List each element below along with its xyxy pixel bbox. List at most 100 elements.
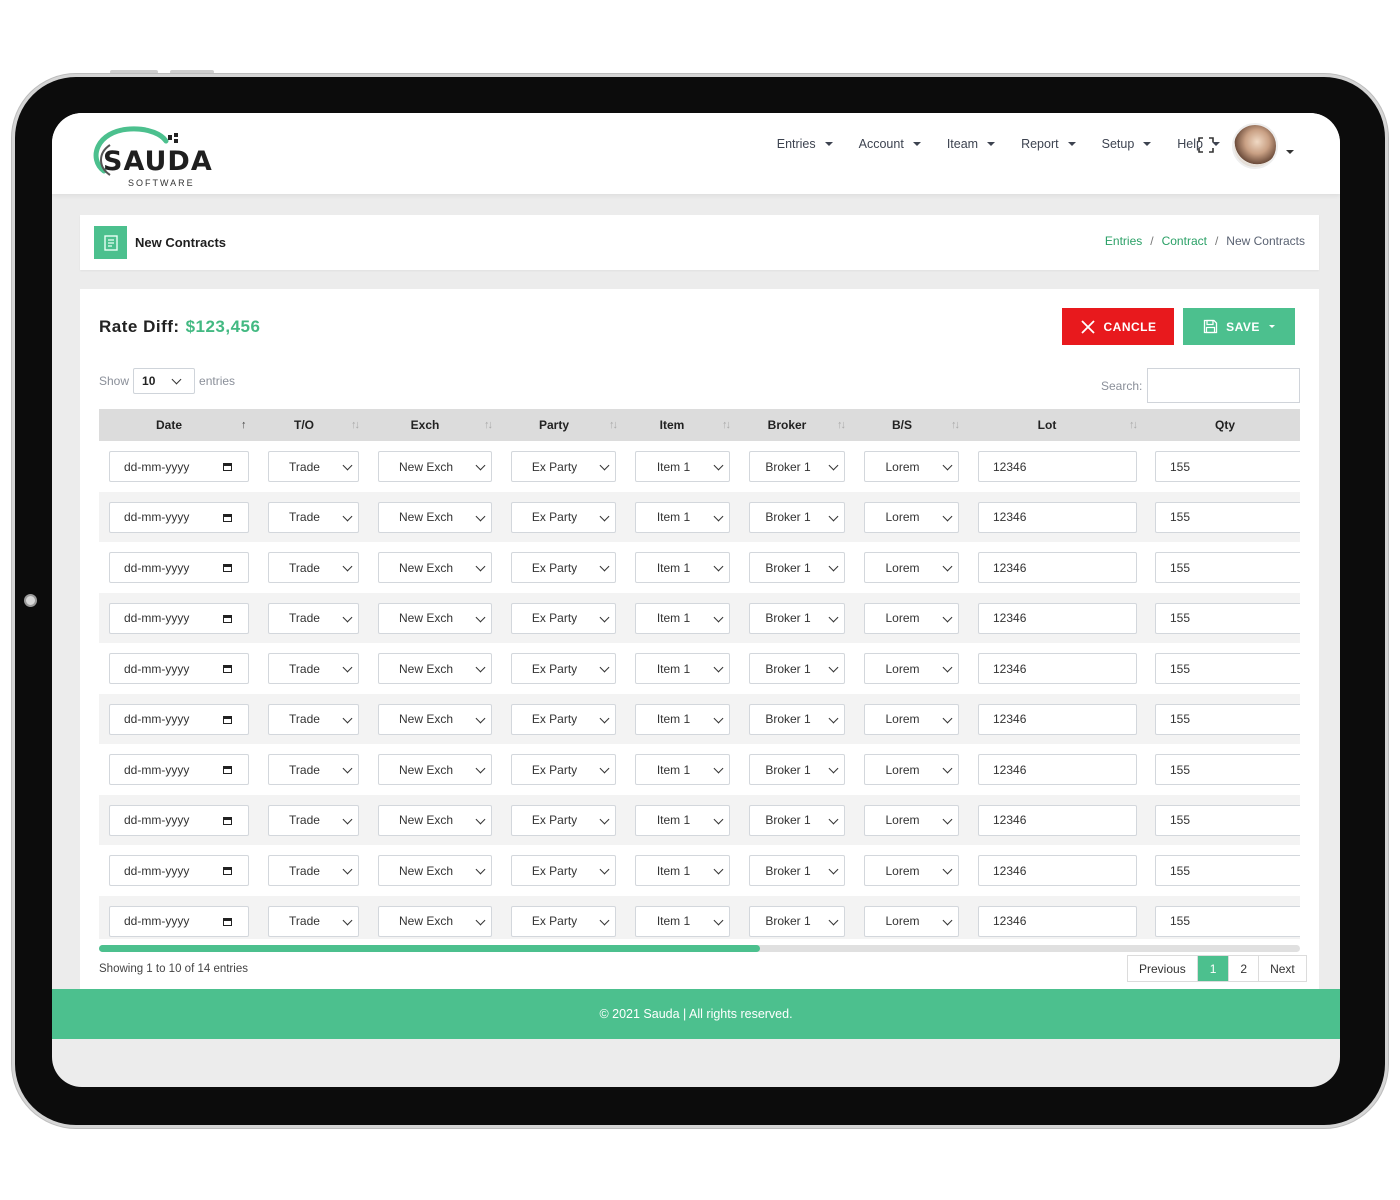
date-input[interactable]: dd-mm-yyyy (109, 754, 249, 785)
exch-select[interactable]: New Exch (378, 451, 492, 482)
to-select[interactable]: Trade (268, 501, 359, 533)
previous-page-button[interactable]: Previous (1128, 956, 1198, 981)
to-select[interactable]: Trade (268, 804, 359, 836)
lot-input[interactable]: 12346 (978, 905, 1137, 937)
item-select[interactable]: Item 1 (635, 905, 730, 937)
party-select[interactable]: Ex Party (511, 754, 616, 785)
date-input[interactable]: dd-mm-yyyy (109, 905, 249, 937)
page-2-button[interactable]: 2 (1229, 956, 1260, 981)
calendar-icon[interactable] (223, 715, 232, 724)
qty-input[interactable]: 155 (1155, 451, 1300, 482)
broker-select[interactable]: Broker 1 (749, 754, 845, 785)
sort-icon[interactable]: ↑↓ (722, 419, 731, 431)
qty-input[interactable]: 155 (1155, 653, 1300, 684)
qty-input[interactable]: 155 (1155, 552, 1300, 583)
lot-input[interactable]: 12346 (978, 804, 1137, 836)
breadcrumb-contract[interactable]: Contract (1162, 234, 1207, 248)
exch-select[interactable]: New Exch (378, 804, 492, 836)
nav-item-account[interactable]: Account (859, 137, 921, 151)
column-header-broker[interactable]: Broker (737, 409, 837, 441)
sort-icon[interactable]: ↑↓ (951, 419, 960, 431)
sort-icon[interactable]: ↑↓ (609, 419, 618, 431)
date-input[interactable]: dd-mm-yyyy (109, 451, 249, 482)
item-select[interactable]: Item 1 (635, 451, 730, 482)
item-select[interactable]: Item 1 (635, 501, 730, 533)
item-select[interactable]: Item 1 (635, 552, 730, 583)
nav-item-report[interactable]: Report (1021, 137, 1076, 151)
save-button[interactable]: SAVE (1183, 308, 1295, 345)
to-select[interactable]: Trade (268, 855, 359, 886)
to-select[interactable]: Trade (268, 602, 359, 634)
lot-input[interactable]: 12346 (978, 703, 1137, 735)
qty-input[interactable]: 155 (1155, 905, 1300, 937)
item-select[interactable]: Item 1 (635, 754, 730, 785)
lot-input[interactable]: 12346 (978, 653, 1137, 684)
cancel-button[interactable]: CANCLE (1062, 308, 1174, 345)
broker-select[interactable]: Broker 1 (749, 602, 845, 634)
qty-input[interactable]: 155 (1155, 602, 1300, 634)
date-input[interactable]: dd-mm-yyyy (109, 855, 249, 886)
bs-select[interactable]: Lorem (864, 855, 959, 886)
avatar-dropdown-caret-icon[interactable] (1286, 150, 1294, 154)
party-select[interactable]: Ex Party (511, 804, 616, 836)
lot-input[interactable]: 12346 (978, 602, 1137, 634)
broker-select[interactable]: Broker 1 (749, 501, 845, 533)
date-input[interactable]: dd-mm-yyyy (109, 703, 249, 735)
nav-item-setup[interactable]: Setup (1102, 137, 1152, 151)
bs-select[interactable]: Lorem (864, 451, 959, 482)
calendar-icon[interactable] (223, 463, 232, 471)
to-select[interactable]: Trade (268, 905, 359, 937)
broker-select[interactable]: Broker 1 (749, 855, 845, 886)
calendar-icon[interactable] (223, 766, 232, 774)
date-input[interactable]: dd-mm-yyyy (109, 602, 249, 634)
nav-item-entries[interactable]: Entries (777, 137, 833, 151)
exch-select[interactable]: New Exch (378, 754, 492, 785)
lot-input[interactable]: 12346 (978, 451, 1137, 482)
lot-input[interactable]: 12346 (978, 501, 1137, 533)
calendar-icon[interactable] (223, 513, 232, 522)
qty-input[interactable]: 155 (1155, 703, 1300, 735)
calendar-icon[interactable] (223, 917, 232, 926)
column-header-to[interactable]: T/O (254, 409, 354, 441)
bs-select[interactable]: Lorem (864, 754, 959, 785)
broker-select[interactable]: Broker 1 (749, 905, 845, 937)
item-select[interactable]: Item 1 (635, 602, 730, 634)
save-dropdown-caret-icon[interactable] (1268, 325, 1275, 328)
exch-select[interactable]: New Exch (378, 501, 492, 533)
bs-select[interactable]: Lorem (864, 501, 959, 533)
item-select[interactable]: Item 1 (635, 855, 730, 886)
calendar-icon[interactable] (223, 564, 232, 572)
column-header-lot[interactable]: Lot (997, 409, 1097, 441)
party-select[interactable]: Ex Party (511, 602, 616, 634)
search-input[interactable] (1147, 368, 1300, 403)
page-size-select[interactable]: 10 (133, 368, 196, 394)
column-header-bs[interactable]: B/S (852, 409, 952, 441)
column-header-qty[interactable]: Qty (1175, 409, 1275, 441)
column-header-date[interactable]: Date (119, 409, 219, 441)
bs-select[interactable]: Lorem (864, 552, 959, 583)
calendar-icon[interactable] (223, 816, 232, 825)
sort-icon[interactable]: ↑↓ (484, 419, 493, 431)
horizontal-scrollbar[interactable] (99, 945, 1300, 952)
item-select[interactable]: Item 1 (635, 653, 730, 684)
to-select[interactable]: Trade (268, 653, 359, 684)
qty-input[interactable]: 155 (1155, 855, 1300, 886)
bs-select[interactable]: Lorem (864, 653, 959, 684)
to-select[interactable]: Trade (268, 703, 359, 735)
to-select[interactable]: Trade (268, 451, 359, 482)
column-header-exch[interactable]: Exch (375, 409, 475, 441)
broker-select[interactable]: Broker 1 (749, 451, 845, 482)
party-select[interactable]: Ex Party (511, 855, 616, 886)
column-header-item[interactable]: Item (622, 409, 722, 441)
lot-input[interactable]: 12346 (978, 754, 1137, 785)
to-select[interactable]: Trade (268, 552, 359, 583)
sort-icon[interactable]: ↑ (241, 419, 247, 431)
calendar-icon[interactable] (223, 867, 232, 875)
date-input[interactable]: dd-mm-yyyy (109, 804, 249, 836)
date-input[interactable]: dd-mm-yyyy (109, 501, 249, 533)
bs-select[interactable]: Lorem (864, 804, 959, 836)
sort-icon[interactable]: ↑↓ (351, 419, 360, 431)
contracts-table[interactable]: Date ↑ T/O ↑↓ Exch ↑↓ Party ↑↓ Item ↑↓ Broker ↑↓ B/S… (99, 409, 1300, 939)
nav-item-iteam[interactable]: Iteam (947, 137, 996, 151)
scrollbar-thumb[interactable] (99, 945, 760, 952)
